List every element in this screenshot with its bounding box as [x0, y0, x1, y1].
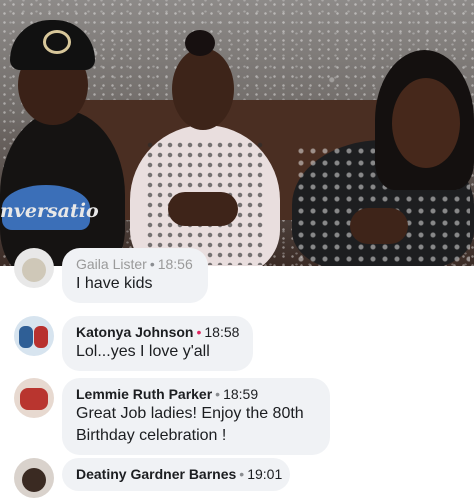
avatar-photo — [19, 326, 33, 348]
comment-item: Katonya Johnson • 18:58 Lol...yes I love y… — [14, 316, 254, 371]
cap-logo — [43, 30, 71, 54]
shirt-text: nversatio — [0, 200, 99, 222]
separator-dot: • — [215, 386, 221, 402]
comment-text: Lol...yes I love y'all — [76, 343, 210, 360]
comment-time: 19:01 — [247, 466, 283, 482]
comment-author[interactable]: Deatiny Gardner Barnes — [76, 466, 236, 482]
comment-meta: Lemmie Ruth Parker • 18:59 — [76, 385, 316, 403]
comment-bubble[interactable]: Lemmie Ruth Parker • 18:59 Great Job ladie… — [62, 378, 330, 455]
avatar-photo — [22, 468, 46, 492]
comment-author[interactable]: Katonya Johnson — [76, 324, 193, 340]
person-middle-head — [172, 48, 234, 130]
avatar[interactable] — [14, 458, 54, 498]
avatar[interactable] — [14, 248, 54, 288]
live-video[interactable]: nversatio — [0, 0, 474, 266]
comments-list[interactable]: Gaila Lister • 18:56 I have kids Katonya J… — [0, 248, 474, 498]
hair-bun — [185, 30, 215, 56]
live-dot: • — [196, 324, 202, 340]
comment-meta: Deatiny Gardner Barnes • 19:01 — [76, 465, 282, 483]
hands — [168, 192, 238, 226]
comment-bubble[interactable]: Gaila Lister • 18:56 I have kids — [62, 248, 208, 303]
avatar-photo — [20, 388, 48, 410]
avatar-photo — [22, 258, 46, 282]
comment-author[interactable]: Lemmie Ruth Parker — [76, 386, 212, 402]
comment-author[interactable]: Gaila Lister — [76, 256, 147, 272]
avatar[interactable] — [14, 378, 54, 418]
comment-time: 18:58 — [204, 324, 240, 340]
comment-meta: Gaila Lister • 18:56 — [76, 255, 194, 273]
person-right-head — [392, 78, 460, 168]
separator-dot: • — [149, 256, 155, 272]
comment-bubble[interactable]: Katonya Johnson • 18:58 Lol...yes I love y… — [62, 316, 254, 371]
hand-right — [350, 208, 408, 244]
comment-meta: Katonya Johnson • 18:58 — [76, 323, 239, 341]
comment-item: Gaila Lister • 18:56 I have kids — [14, 248, 208, 303]
comment-text: Great Job ladies! Enjoy the 80th Birthda… — [76, 405, 304, 444]
comment-time: 18:56 — [157, 256, 193, 272]
comment-item: Lemmie Ruth Parker • 18:59 Great Job ladie… — [14, 378, 330, 455]
avatar-photo-2 — [34, 326, 48, 348]
separator-dot: • — [239, 466, 245, 482]
comment-time: 18:59 — [223, 386, 259, 402]
comment-item: Deatiny Gardner Barnes • 19:01 — [14, 458, 290, 498]
avatar[interactable] — [14, 316, 54, 356]
comment-bubble[interactable]: Deatiny Gardner Barnes • 19:01 — [62, 458, 290, 491]
comment-text: I have kids — [76, 275, 153, 292]
